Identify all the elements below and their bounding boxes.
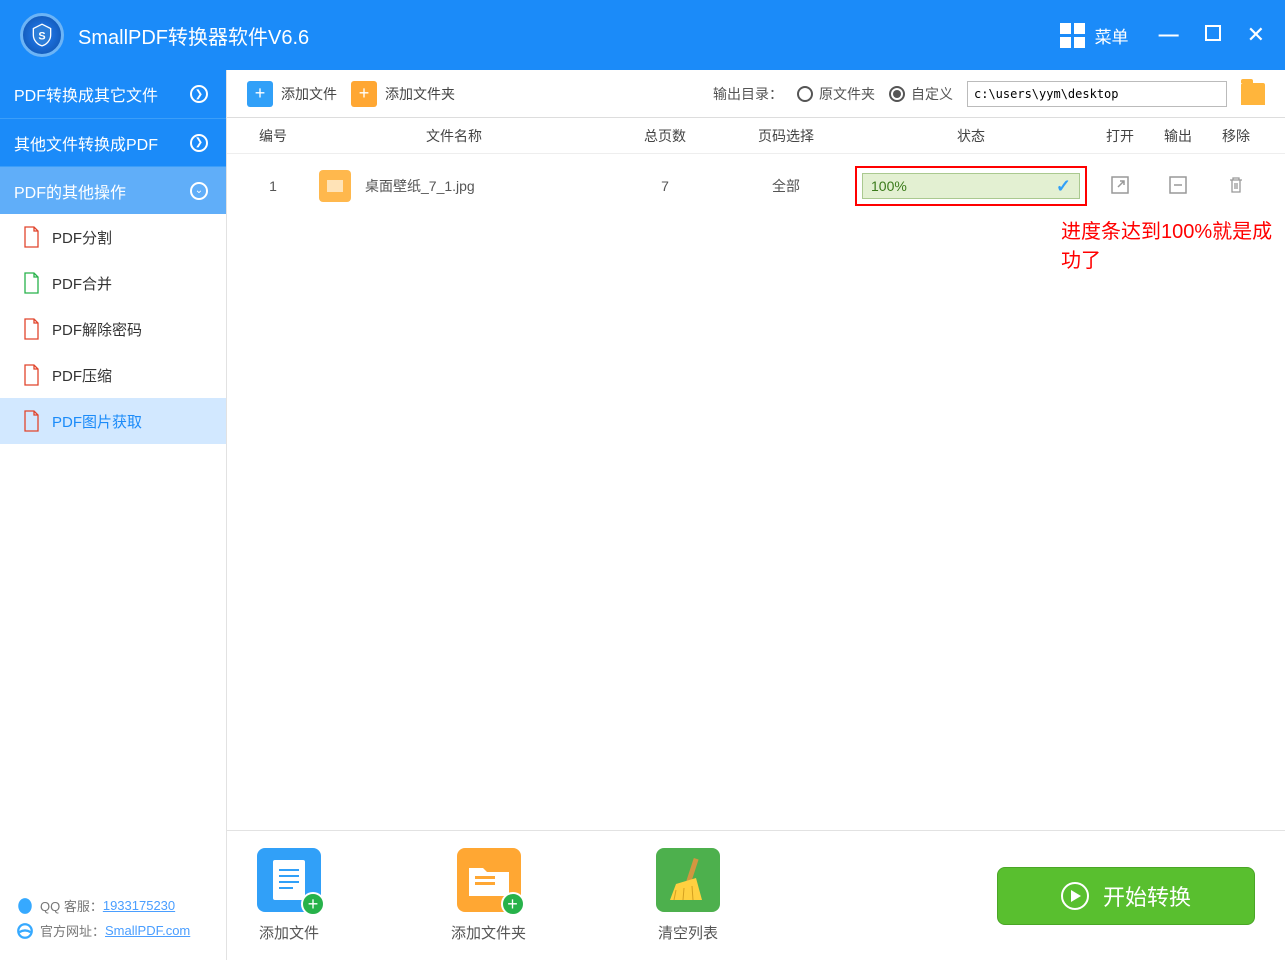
cell-pages: 7 <box>609 178 721 194</box>
add-folder-button[interactable]: + 添加文件夹 <box>351 81 455 107</box>
header-pages: 总页数 <box>609 126 721 146</box>
bottom-add-file[interactable]: + 添加文件 <box>257 848 321 943</box>
svg-text:S: S <box>38 30 45 42</box>
radio-original-folder[interactable]: 原文件夹 <box>797 84 875 104</box>
radio-custom-folder[interactable]: 自定义 <box>889 84 953 104</box>
plus-icon: + <box>351 81 377 107</box>
check-icon: ✓ <box>1056 176 1071 197</box>
play-icon <box>1061 882 1089 910</box>
site-link[interactable]: SmallPDF.com <box>105 923 190 938</box>
broom-icon <box>656 848 720 912</box>
progress-highlight: 100% ✓ <box>855 166 1087 206</box>
remove-button[interactable] <box>1226 175 1246 195</box>
bottom-add-folder[interactable]: + 添加文件夹 <box>451 848 526 943</box>
folder-icon: + <box>457 848 521 912</box>
cell-num: 1 <box>247 178 299 194</box>
header-name: 文件名称 <box>299 126 609 146</box>
chevron-right-icon: ❯ <box>190 134 208 152</box>
header-status: 状态 <box>851 126 1091 146</box>
annotation-text: 进度条达到100%就是成功了 <box>1061 215 1285 273</box>
plus-icon: + <box>247 81 273 107</box>
output-button[interactable] <box>1168 175 1188 195</box>
menu-button[interactable]: 菜单 <box>1060 23 1129 48</box>
sidebar: PDF转换成其它文件 ❯ 其他文件转换成PDF ❯ PDF的其他操作 ⌄ PDF… <box>0 70 227 960</box>
app-logo: S <box>20 13 64 57</box>
close-button[interactable]: ✕ <box>1247 22 1265 48</box>
chevron-right-icon: ❯ <box>190 85 208 103</box>
image-file-icon <box>319 170 351 202</box>
bottom-bar: + 添加文件 + 添加文件夹 清空列表 开始转换 <box>227 830 1285 960</box>
maximize-button[interactable] <box>1205 24 1221 47</box>
sub-pdf-compress[interactable]: PDF压缩 <box>0 352 226 398</box>
open-button[interactable] <box>1110 175 1130 195</box>
start-conversion-button[interactable]: 开始转换 <box>997 867 1255 925</box>
main-panel: + 添加文件 + 添加文件夹 输出目录： 原文件夹 自定义 编号 文件名称 总页… <box>227 70 1285 960</box>
header-output: 输出 <box>1149 126 1207 146</box>
cell-pagesel[interactable]: 全部 <box>721 176 851 196</box>
output-dir-label: 输出目录： <box>713 84 783 104</box>
header-pagesel: 页码选择 <box>721 126 851 146</box>
nav-other-to-pdf[interactable]: 其他文件转换成PDF ❯ <box>0 118 226 166</box>
bottom-clear-list[interactable]: 清空列表 <box>656 848 720 943</box>
header-open: 打开 <box>1091 126 1149 146</box>
plus-badge-icon: + <box>501 892 525 916</box>
progress-bar: 100% ✓ <box>862 173 1080 199</box>
sub-pdf-split[interactable]: PDF分割 <box>0 214 226 260</box>
sub-pdf-unlock[interactable]: PDF解除密码 <box>0 306 226 352</box>
qq-link[interactable]: 1933175230 <box>103 898 175 913</box>
output-path-input[interactable] <box>967 81 1227 107</box>
app-title: SmallPDF转换器软件V6.6 <box>78 21 1060 50</box>
plus-badge-icon: + <box>301 892 325 916</box>
minimize-button[interactable]: — <box>1159 24 1179 47</box>
toolbar: + 添加文件 + 添加文件夹 输出目录： 原文件夹 自定义 <box>227 70 1285 118</box>
header-remove: 移除 <box>1207 126 1265 146</box>
sub-pdf-extract-images[interactable]: PDF图片获取 <box>0 398 226 444</box>
chevron-down-icon: ⌄ <box>190 182 208 200</box>
add-file-button[interactable]: + 添加文件 <box>247 81 337 107</box>
ie-icon <box>16 922 34 940</box>
table-header: 编号 文件名称 总页数 页码选择 状态 打开 输出 移除 <box>227 118 1285 154</box>
header-num: 编号 <box>247 126 299 146</box>
nav-pdf-other-ops[interactable]: PDF的其他操作 ⌄ <box>0 166 226 214</box>
table-row: 1 桌面壁纸_7_1.jpg 7 全部 100% ✓ <box>227 154 1285 218</box>
titlebar: S SmallPDF转换器软件V6.6 菜单 — ✕ <box>0 0 1285 70</box>
cell-name: 桌面壁纸_7_1.jpg <box>365 176 475 196</box>
qq-icon <box>16 897 34 915</box>
file-icon: + <box>257 848 321 912</box>
browse-folder-button[interactable] <box>1241 83 1265 105</box>
grid-icon <box>1060 23 1085 48</box>
nav-pdf-to-other[interactable]: PDF转换成其它文件 ❯ <box>0 70 226 118</box>
sub-pdf-merge[interactable]: PDF合并 <box>0 260 226 306</box>
